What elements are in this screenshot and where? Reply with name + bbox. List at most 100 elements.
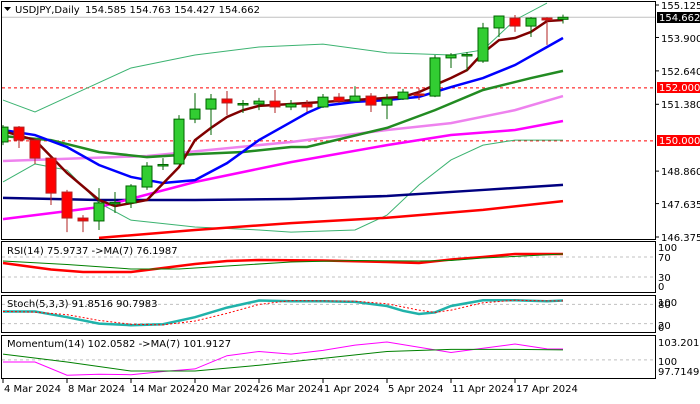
rsi-panel bbox=[2, 252, 655, 278]
candle-body bbox=[333, 96, 345, 102]
candle-body bbox=[477, 27, 489, 62]
momentum-title: Momentum(14) 102.0582 ->MA(7) 101.9127 bbox=[7, 339, 231, 350]
momentum-axis: 103.201 100 97.7149 bbox=[658, 338, 699, 378]
trading-chart[interactable]: USDJPY,Daily 154.585 154.763 154.427 154… bbox=[0, 0, 700, 400]
candle-body bbox=[317, 96, 329, 108]
candle-body bbox=[109, 201, 121, 205]
candle-body bbox=[189, 108, 201, 120]
candle-body bbox=[45, 157, 57, 194]
date-label: 26 Mar 2024 bbox=[260, 384, 323, 395]
candle bbox=[493, 15, 505, 37]
rsi-title: RSI(14) 75.9737 ->MA(7) 76.1987 bbox=[7, 246, 178, 257]
candle bbox=[333, 93, 345, 103]
candle bbox=[429, 54, 441, 98]
candle-body bbox=[381, 98, 393, 106]
date-label: 8 Mar 2024 bbox=[68, 384, 125, 395]
candle-body bbox=[125, 185, 137, 204]
chart-header: USDJPY,Daily 154.585 154.763 154.427 154… bbox=[4, 5, 260, 16]
price-tick: 151.380 bbox=[661, 100, 700, 111]
candle-body bbox=[29, 139, 41, 159]
ma-navy-line bbox=[2, 183, 564, 202]
candle bbox=[221, 91, 233, 116]
candle-body bbox=[557, 16, 569, 20]
symbol-label: USDJPY,Daily bbox=[15, 5, 80, 16]
stoch-axis: 100 80 20 0 bbox=[658, 298, 677, 334]
candle bbox=[77, 215, 89, 233]
candle-body bbox=[93, 202, 105, 222]
rsi-tick: 0 bbox=[658, 282, 664, 293]
date-label: 20 Mar 2024 bbox=[196, 384, 259, 395]
price-tick: 155.125 bbox=[661, 1, 700, 12]
stoch-title: Stoch(5,3,3) 91.8516 90.7983 bbox=[7, 299, 158, 310]
candle-body bbox=[253, 100, 265, 105]
candle bbox=[557, 14, 569, 24]
dropdown-triangle-icon[interactable] bbox=[4, 7, 11, 11]
ohlc-label: 154.585 154.763 154.427 154.662 bbox=[85, 5, 260, 16]
candle-body bbox=[157, 163, 169, 167]
date-label: 17 Apr 2024 bbox=[516, 384, 578, 395]
price-tick: 152.640 bbox=[661, 67, 700, 78]
svg-text:154.662: 154.662 bbox=[659, 13, 700, 24]
candle-body bbox=[445, 54, 457, 59]
candle bbox=[477, 22, 489, 63]
candle-body bbox=[173, 118, 185, 165]
candle-body bbox=[141, 165, 153, 188]
rsi-tick: 70 bbox=[658, 253, 671, 264]
candle-body bbox=[221, 98, 233, 104]
candle-body bbox=[429, 57, 441, 97]
stoch-tick: 0 bbox=[658, 323, 664, 334]
candle bbox=[141, 162, 153, 190]
candle-body bbox=[237, 103, 249, 106]
candle bbox=[253, 97, 265, 111]
date-label: 11 Apr 2024 bbox=[452, 384, 514, 395]
price-tick: 153.900 bbox=[661, 34, 700, 45]
candle bbox=[189, 93, 201, 124]
candle bbox=[61, 189, 73, 233]
date-label: 4 Mar 2024 bbox=[4, 384, 61, 395]
ma-violet-line bbox=[2, 94, 564, 163]
panel-frames bbox=[1, 1, 656, 379]
level-badge-150: 150.000 bbox=[657, 135, 700, 147]
candle bbox=[397, 88, 409, 101]
candle-body bbox=[525, 17, 537, 27]
candle bbox=[13, 126, 25, 149]
date-label: 14 Mar 2024 bbox=[132, 384, 195, 395]
candle-body bbox=[509, 17, 521, 27]
date-label: 1 Apr 2024 bbox=[324, 384, 379, 395]
candle-body bbox=[269, 100, 281, 108]
svg-text:150.000: 150.000 bbox=[659, 136, 700, 147]
candle-body bbox=[285, 103, 297, 108]
candle-body bbox=[77, 217, 89, 222]
momentum-tick: 97.7149 bbox=[658, 367, 699, 378]
candle bbox=[205, 93, 217, 136]
svg-text:152.000: 152.000 bbox=[659, 83, 700, 94]
candle bbox=[285, 100, 297, 111]
candle bbox=[349, 86, 361, 102]
candle bbox=[269, 89, 281, 114]
price-tick: 148.860 bbox=[661, 167, 700, 178]
candle bbox=[157, 158, 169, 171]
candle-body bbox=[365, 95, 377, 106]
current-price-badge: 154.662 bbox=[657, 12, 700, 24]
candle bbox=[317, 93, 329, 109]
stoch-tick: 80 bbox=[658, 300, 671, 311]
level-badge-152: 152.000 bbox=[657, 82, 700, 94]
price-tick: 147.635 bbox=[661, 200, 700, 211]
candle-body bbox=[541, 17, 553, 21]
date-label: 5 Apr 2024 bbox=[388, 384, 443, 395]
candle-body bbox=[205, 98, 217, 110]
candle-body bbox=[397, 91, 409, 100]
candle bbox=[445, 53, 457, 68]
candle-body bbox=[349, 95, 361, 102]
ma-magenta-line bbox=[2, 119, 564, 221]
candle-body bbox=[493, 15, 505, 29]
candle-body bbox=[413, 93, 425, 96]
candle-body bbox=[301, 103, 313, 108]
candle bbox=[365, 93, 377, 112]
candle-body bbox=[13, 126, 25, 141]
ma-green-line bbox=[2, 69, 564, 159]
candle bbox=[93, 188, 105, 230]
time-axis: 4 Mar 2024 8 Mar 2024 14 Mar 2024 20 Mar 20… bbox=[2, 379, 578, 395]
candle-body bbox=[61, 191, 73, 219]
momentum-tick: 103.201 bbox=[658, 338, 699, 349]
